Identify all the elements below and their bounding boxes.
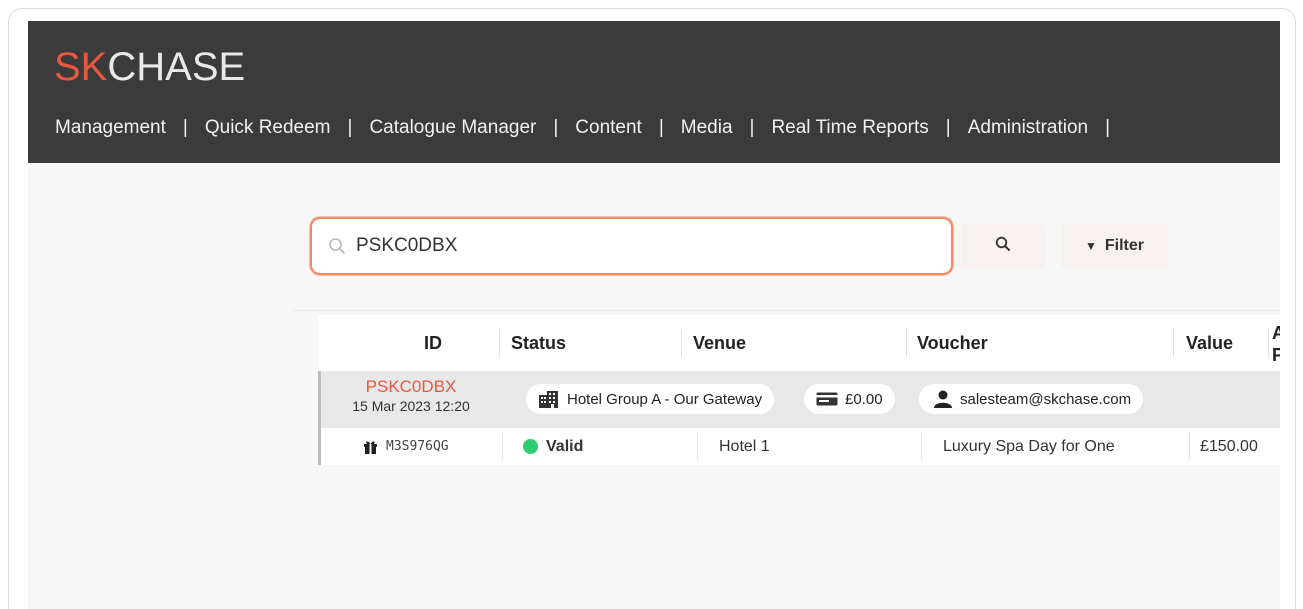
venue-group-name: Hotel Group A - Our Gateway	[567, 390, 763, 408]
nav-administration[interactable]: Administration	[968, 115, 1088, 141]
main-nav: Management | Quick Redeem | Catalogue Ma…	[55, 115, 1127, 141]
booking-code[interactable]: PSKC0DBX	[321, 377, 501, 397]
card-icon	[816, 392, 838, 406]
gift-icon	[363, 428, 378, 465]
column-divider	[1173, 329, 1174, 357]
nav-catalogue-manager[interactable]: Catalogue Manager	[369, 115, 536, 141]
search-icon	[995, 236, 1011, 257]
divider	[292, 310, 1280, 311]
status-text: Valid	[546, 437, 584, 455]
cell-divider	[502, 432, 503, 461]
table-header: ID Status Venue Voucher Value A P	[318, 315, 1280, 371]
nav-quick-redeem[interactable]: Quick Redeem	[205, 115, 331, 141]
search-icon	[328, 237, 346, 255]
venue-cell: Hotel 1	[719, 437, 770, 455]
logo-sk: SK	[54, 45, 108, 89]
nav-separator: |	[749, 117, 755, 138]
column-header-venue[interactable]: Venue	[693, 315, 746, 371]
nav-separator: |	[347, 117, 353, 138]
nav-separator: |	[1105, 117, 1111, 138]
column-divider	[681, 329, 682, 357]
nav-management[interactable]: Management	[55, 115, 166, 141]
booking-group-row[interactable]: PSKC0DBX 15 Mar 2023 12:20 Hotel Group A…	[318, 371, 1280, 428]
search-field[interactable]	[310, 217, 953, 275]
app-viewport: SKCHASE Management | Quick Redeem | Cata…	[28, 21, 1280, 609]
results-table: ID Status Venue Voucher Value A P PSKC0D…	[318, 315, 1280, 465]
column-header-id[interactable]: ID	[424, 315, 442, 371]
app-header: SKCHASE Management | Quick Redeem | Cata…	[28, 21, 1280, 163]
filter-label: Filter	[1104, 237, 1144, 254]
user-email[interactable]: salesteam@skchase.com	[960, 391, 1131, 408]
funnel-icon: ▼	[1084, 239, 1097, 253]
search-input[interactable]	[356, 229, 936, 263]
nav-separator: |	[658, 117, 664, 138]
voucher-cell: Luxury Spa Day for One	[943, 437, 1115, 455]
nav-content[interactable]: Content	[575, 115, 642, 141]
column-divider	[499, 329, 500, 357]
filter-button[interactable]: ▼ Filter	[1061, 224, 1168, 268]
value-cell: £150.00	[1200, 437, 1258, 455]
column-header-voucher[interactable]: Voucher	[917, 315, 988, 371]
nav-real-time-reports[interactable]: Real Time Reports	[771, 115, 928, 141]
column-divider	[1268, 329, 1269, 357]
voucher-id[interactable]: M3S976QG	[386, 428, 449, 465]
cell-divider	[921, 432, 922, 461]
column-divider	[906, 329, 907, 357]
cell-divider	[697, 432, 698, 461]
user-icon	[933, 390, 953, 408]
booking-id-cell: PSKC0DBX 15 Mar 2023 12:20	[321, 377, 501, 415]
cell-divider	[1189, 432, 1190, 461]
column-header-value[interactable]: Value	[1186, 315, 1233, 371]
nav-separator: |	[182, 117, 188, 138]
building-icon	[538, 390, 560, 408]
nav-separator: |	[553, 117, 559, 138]
status-valid-icon	[523, 439, 538, 454]
table-row[interactable]: M3S976QG Valid Hotel 1 Luxury Spa Day fo…	[318, 428, 1280, 465]
screenshot-frame: SKCHASE Management | Quick Redeem | Cata…	[8, 8, 1296, 609]
status-cell: Valid	[523, 428, 583, 465]
user-pill: salesteam@skchase.com	[919, 384, 1144, 414]
nav-media[interactable]: Media	[681, 115, 733, 141]
logo[interactable]: SKCHASE	[54, 45, 245, 89]
booking-date: 15 Mar 2023 12:20	[352, 398, 470, 414]
logo-chase: CHASE	[107, 45, 246, 89]
search-button[interactable]	[961, 224, 1045, 268]
group-amount: £0.00	[845, 390, 883, 408]
nav-separator: |	[945, 117, 951, 138]
column-header-status[interactable]: Status	[511, 315, 566, 371]
venue-pill: Hotel Group A - Our Gateway	[526, 384, 775, 414]
amount-pill: £0.00	[804, 384, 895, 414]
